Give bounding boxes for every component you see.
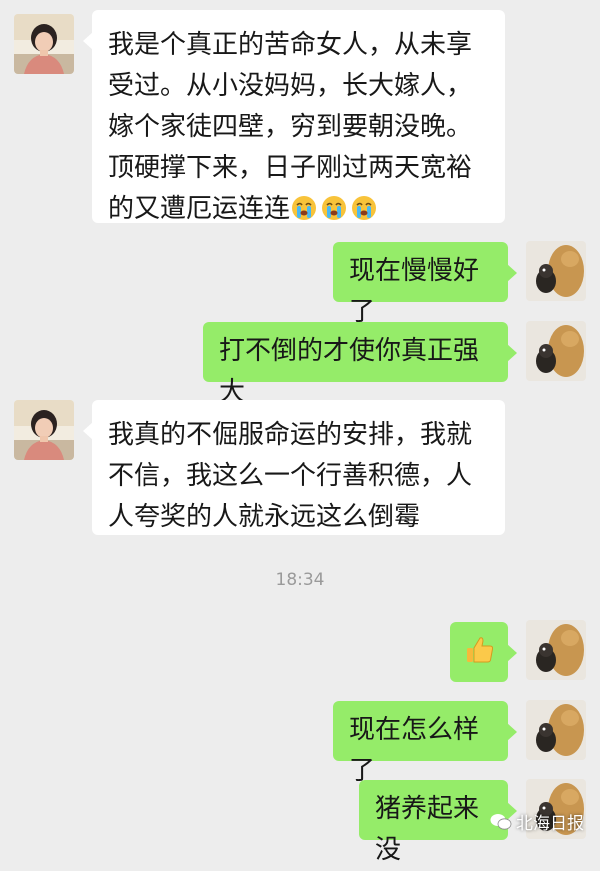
message-bubble-outgoing[interactable]: 现在怎么样了 xyxy=(333,701,517,786)
avatar-self[interactable] xyxy=(526,620,586,680)
message-text: 猪养起来没 xyxy=(375,794,480,865)
thumbs-up-icon xyxy=(464,634,496,666)
avatar-self[interactable] xyxy=(526,700,586,760)
avatar-self[interactable] xyxy=(526,321,586,381)
message-text: 我真的不倔服命运的安排，我就不信，我这么一个行善积德，人人夸奖的人就永远这么倒霉 xyxy=(108,420,473,532)
crying-face-icon xyxy=(290,194,318,222)
crying-face-icon xyxy=(320,194,348,222)
message-text: 现在怎么样了 xyxy=(349,715,480,786)
timestamp: 18:34 xyxy=(275,570,325,590)
message-bubble-outgoing[interactable]: 打不倒的才使你真正强大 xyxy=(203,322,517,407)
avatar-contact[interactable] xyxy=(14,14,74,74)
message-bubble-outgoing[interactable]: 现在慢慢好了 xyxy=(333,242,517,327)
message-text: 现在慢慢好了 xyxy=(349,256,480,327)
message-bubble-incoming[interactable]: 我真的不倔服命运的安排，我就不信，我这么一个行善积德，人人夸奖的人就永远这么倒霉 xyxy=(83,400,505,535)
message-text: 打不倒的才使你真正强大 xyxy=(219,336,480,407)
watermark: 北海日报 xyxy=(490,809,584,834)
watermark-text: 北海日报 xyxy=(516,814,584,834)
message-bubble-incoming[interactable]: 我是个真正的苦命女人，从未享受过。从小没妈妈，长大嫁人，嫁个家徒四壁，穷到要朝没… xyxy=(83,10,505,224)
message-bubble-outgoing[interactable]: 猪养起来没 xyxy=(359,780,517,865)
crying-face-icon xyxy=(350,194,378,222)
message-bubble-outgoing[interactable] xyxy=(450,622,517,682)
avatar-self[interactable] xyxy=(526,241,586,301)
avatar-contact[interactable] xyxy=(14,400,74,460)
wechat-logo-icon xyxy=(490,813,512,831)
